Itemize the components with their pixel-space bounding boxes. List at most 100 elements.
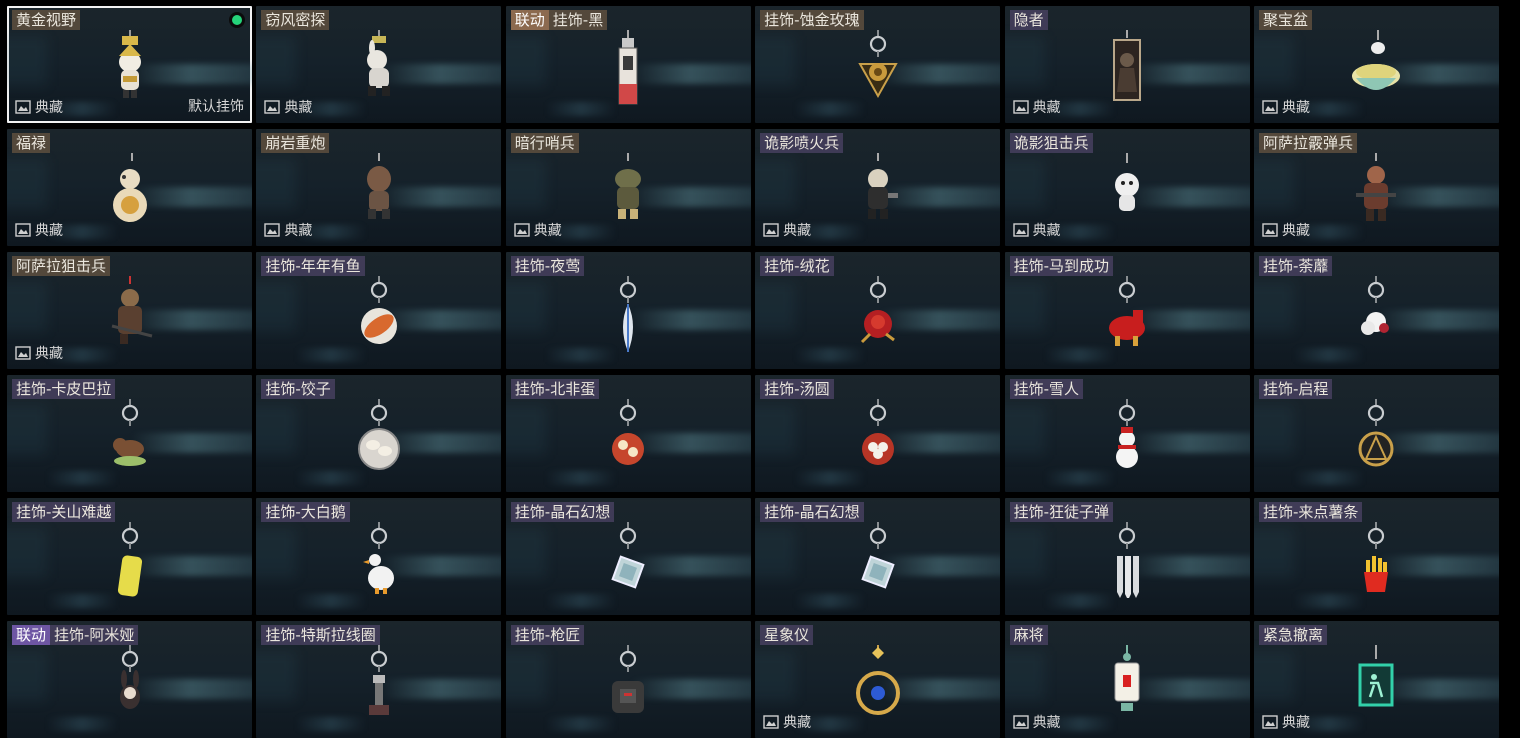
- charm-card[interactable]: 挂饰-枪匠: [505, 621, 751, 738]
- tarot-card-icon: [1087, 30, 1167, 106]
- charm-name-tag: 阿萨拉霰弹兵: [1258, 133, 1357, 153]
- charm-card[interactable]: 挂饰-汤圆: [755, 375, 1001, 492]
- collection-icon: [1012, 100, 1029, 114]
- charm-card[interactable]: 挂饰-晶石幻想: [505, 498, 751, 615]
- charm-card[interactable]: 挂饰-特斯拉线圈: [256, 621, 502, 738]
- charm-card[interactable]: 挂饰-关山难越: [7, 498, 252, 615]
- collection-label: 典藏: [35, 223, 63, 239]
- collab-badge: 联动: [12, 625, 51, 645]
- charm-card[interactable]: 紧急撤离 典藏: [1253, 621, 1499, 738]
- charm-card[interactable]: 挂饰-夜莺: [505, 252, 751, 369]
- charm-name: 紧急撤离: [1262, 626, 1323, 644]
- charm-card[interactable]: 窃风密探 典藏: [256, 6, 502, 123]
- charm-card[interactable]: 挂饰-来点薯条: [1253, 498, 1499, 615]
- charm-name-tag: 诡影喷火兵: [760, 133, 844, 153]
- collection-label: 典藏: [783, 223, 812, 239]
- charm-card[interactable]: 挂饰-大白鹅: [256, 498, 502, 615]
- collab-badge: 联动: [510, 10, 549, 30]
- charm-card[interactable]: 福禄 典藏: [7, 129, 252, 246]
- gourd-figure-icon: [90, 153, 170, 229]
- collection-icon: [264, 100, 281, 114]
- charm-name: 诡影喷火兵: [764, 134, 840, 152]
- charm-card[interactable]: 黄金视野 典藏 默认挂饰: [7, 6, 252, 123]
- white-goose-icon: [339, 522, 419, 598]
- charm-card[interactable]: 阿萨拉狙击兵 典藏: [7, 252, 252, 369]
- charm-card[interactable]: 诡影喷火兵典藏: [755, 129, 1001, 246]
- tangyuan-bowl-icon: [838, 399, 918, 475]
- bullets-icon: [1087, 522, 1167, 598]
- collection-badge: 典藏: [514, 221, 562, 239]
- charm-card[interactable]: 挂饰-狂徒子弹: [1004, 498, 1250, 615]
- charm-card[interactable]: 挂饰-雪人: [1004, 375, 1250, 492]
- tesla-coil-icon: [339, 645, 419, 721]
- collection-icon: [1262, 100, 1278, 114]
- charm-name: 挂饰-马到成功: [1013, 257, 1109, 275]
- charm-card[interactable]: 挂饰-启程: [1253, 375, 1499, 492]
- collection-label: 典藏: [35, 346, 63, 362]
- charm-name: 挂饰-卡皮巴拉: [16, 380, 112, 398]
- charm-name: 挂饰-关山难越: [16, 503, 112, 521]
- charm-name-tag: 挂饰-年年有鱼: [261, 256, 365, 276]
- feather-icon: [588, 276, 668, 352]
- charm-name-tag: 挂饰-卡皮巴拉: [12, 379, 116, 399]
- charm-name-tag: 挂饰-汤圆: [760, 379, 834, 399]
- charm-name: 挂饰-来点薯条: [1262, 503, 1359, 521]
- flamethrower-figure-icon: [838, 153, 918, 229]
- charm-name-tag: 挂饰-狂徒子弹: [1009, 502, 1113, 522]
- charm-name-tag: 挂饰-饺子: [261, 379, 335, 399]
- charm-name: 阿萨拉霰弹兵: [1262, 134, 1353, 152]
- charm-name-tag: 挂饰-绒花: [760, 256, 834, 276]
- collection-badge: 典藏: [763, 713, 811, 731]
- dumpling-plate-icon: [339, 399, 419, 475]
- charm-card[interactable]: 挂饰-卡皮巴拉: [7, 375, 252, 492]
- charm-name-tag: 诡影狙击兵: [1009, 133, 1093, 153]
- collection-icon: [763, 715, 779, 729]
- charm-card[interactable]: 崩岩重炮 典藏: [256, 129, 502, 246]
- charm-card[interactable]: 挂饰-荼蘼: [1253, 252, 1499, 369]
- charm-name-tag: 挂饰-启程: [1258, 379, 1333, 399]
- charm-name-tag: 挂饰-来点薯条: [1258, 502, 1363, 522]
- charm-card[interactable]: 挂饰-晶石幻想: [755, 498, 1001, 615]
- charm-card[interactable]: 阿萨拉霰弹兵 典藏: [1253, 129, 1499, 246]
- charm-card[interactable]: 挂饰-蚀金玫瑰: [755, 6, 1001, 123]
- charm-card[interactable]: 聚宝盆 典藏: [1253, 6, 1499, 123]
- sniper-ghost-figure-icon: [1087, 153, 1167, 229]
- charm-name: 窃风密探: [265, 11, 326, 29]
- charm-card[interactable]: 联动 挂饰-黑: [505, 6, 751, 123]
- charm-name: 挂饰-晶石幻想: [764, 503, 860, 521]
- default-charm-label: 默认挂饰: [188, 99, 244, 115]
- charm-name-tag: 挂饰-晶石幻想: [510, 502, 615, 522]
- charm-grid: 黄金视野 典藏 默认挂饰 窃风密探 典藏 联动 挂饰-黑 挂饰-蚀金玫瑰 隐者 典藏 聚宝盆 典藏 福禄…: [7, 6, 1499, 738]
- charm-name-tag: 暗行哨兵: [510, 133, 579, 153]
- snowman-icon: [1087, 399, 1167, 475]
- charm-name: 崩岩重炮: [265, 134, 326, 152]
- charm-name: 挂饰-黑: [552, 11, 604, 29]
- charm-name-tag: 挂饰-大白鹅: [261, 502, 350, 522]
- charm-name-tag: 挂饰-夜莺: [510, 256, 585, 276]
- charm-card[interactable]: 暗行哨兵典藏: [505, 129, 751, 246]
- charm-card[interactable]: 挂饰-年年有鱼: [256, 252, 502, 369]
- collection-icon: [15, 223, 31, 237]
- charm-card[interactable]: 星象仪 典藏: [755, 621, 1001, 738]
- charm-card[interactable]: 联动 挂饰-阿米娅: [7, 621, 252, 738]
- charm-card[interactable]: 挂饰-绒花: [755, 252, 1001, 369]
- collection-badge: 典藏: [264, 221, 312, 239]
- collection-badge: 典藏: [763, 221, 811, 239]
- collection-icon: [514, 223, 530, 237]
- crystal-cube-icon: [588, 522, 668, 598]
- charm-card[interactable]: 诡影狙击兵 典藏: [1004, 129, 1250, 246]
- backpack-icon: [588, 645, 668, 721]
- collection-icon: [1012, 223, 1029, 237]
- treasure-bowl-icon: [1336, 30, 1416, 106]
- charm-card[interactable]: 麻将 典藏: [1004, 621, 1250, 738]
- collection-badge: 典藏: [1012, 98, 1061, 116]
- golden-charm-figure-icon: [90, 30, 170, 106]
- charm-card[interactable]: 隐者 典藏: [1004, 6, 1250, 123]
- charm-name-tag: 挂饰-蚀金玫瑰: [760, 10, 864, 30]
- charm-name: 挂饰-雪人: [1013, 380, 1079, 398]
- charm-card[interactable]: 挂饰-北非蛋: [505, 375, 751, 492]
- charm-card[interactable]: 挂饰-饺子: [256, 375, 502, 492]
- charm-card[interactable]: 挂饰-马到成功: [1004, 252, 1250, 369]
- charm-name-tag: 联动 挂饰-阿米娅: [12, 625, 139, 645]
- collection-label: 典藏: [783, 715, 812, 731]
